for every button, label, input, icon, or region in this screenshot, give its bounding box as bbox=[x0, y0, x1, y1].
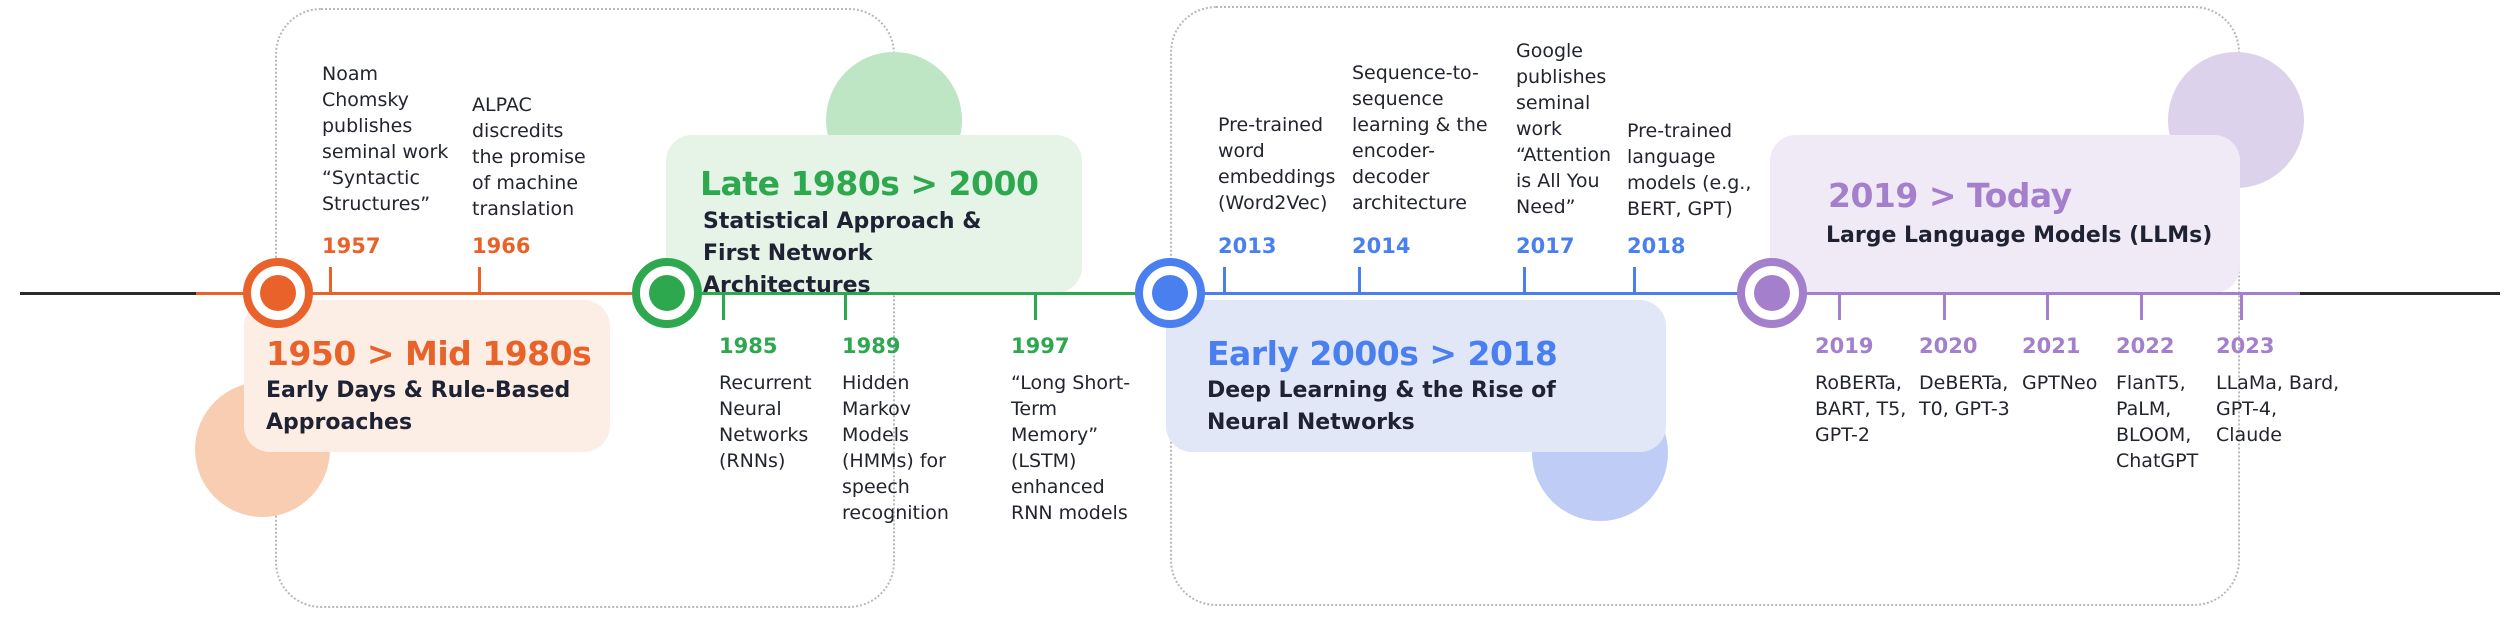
event-text-1966: ALPAC discredits the promise of machine … bbox=[472, 94, 586, 220]
event-year-2021: 2021 bbox=[2022, 334, 2081, 358]
event-year-1966: 1966 bbox=[472, 234, 531, 258]
event-year-1989: 1989 bbox=[842, 334, 901, 358]
axis-left-cap bbox=[20, 292, 196, 295]
event-text-2020: DeBERTa, T0, GPT-3 bbox=[1919, 372, 2010, 420]
tick-2019 bbox=[1838, 294, 1841, 320]
tick-2020 bbox=[1943, 294, 1946, 320]
era-title-2: Late 1980s > 2000 bbox=[700, 164, 1039, 203]
event-text-2021: GPTNeo bbox=[2022, 372, 2098, 394]
era-node-1-dot bbox=[260, 275, 296, 311]
tick-2018 bbox=[1633, 267, 1636, 293]
tick-2023 bbox=[2240, 294, 2243, 320]
event-text-1989: Hidden Markov Models (HMMs) for speech r… bbox=[842, 372, 949, 524]
axis-green-segment bbox=[636, 292, 1170, 295]
event-text-2019: RoBERTa, BART, T5, GPT-2 bbox=[1815, 372, 1907, 446]
event-year-2013: 2013 bbox=[1218, 234, 1277, 258]
event-year-2022: 2022 bbox=[2116, 334, 2175, 358]
event-year-1957: 1957 bbox=[322, 234, 381, 258]
tick-2017 bbox=[1523, 267, 1526, 293]
event-text-2022: FlanT5, PaLM, BLOOM, ChatGPT bbox=[2116, 372, 2199, 472]
event-year-2019: 2019 bbox=[1815, 334, 1874, 358]
axis-right-cap bbox=[2300, 292, 2500, 295]
tick-2021 bbox=[2046, 294, 2049, 320]
axis-blue-segment bbox=[1170, 292, 1770, 295]
event-text-2014: Sequence-to-sequence learning & the enco… bbox=[1352, 62, 1488, 214]
era-node-4 bbox=[1737, 258, 1807, 328]
era-node-2 bbox=[632, 258, 702, 328]
tick-2014 bbox=[1358, 267, 1361, 293]
tick-2022 bbox=[2140, 294, 2143, 320]
era-title-1: 1950 > Mid 1980s bbox=[266, 334, 592, 373]
era-node-1 bbox=[243, 258, 313, 328]
event-year-2020: 2020 bbox=[1919, 334, 1978, 358]
event-text-2018: Pre-trained language models (e.g., BERT,… bbox=[1627, 120, 1752, 220]
era-node-3-dot bbox=[1152, 275, 1188, 311]
tick-2013 bbox=[1223, 267, 1226, 293]
tick-1997 bbox=[1034, 294, 1037, 320]
era-title-3: Early 2000s > 2018 bbox=[1207, 334, 1558, 373]
tick-1985 bbox=[722, 294, 725, 320]
event-text-2017: Google publishes seminal work “Attention… bbox=[1516, 40, 1612, 218]
event-text-2013: Pre-trained word embeddings (Word2Vec) bbox=[1218, 114, 1336, 214]
era-subtitle-4: Large Language Models (LLMs) bbox=[1826, 223, 2213, 248]
era-node-2-dot bbox=[649, 275, 685, 311]
event-text-2023: LLaMa, Bard, GPT-4, Claude bbox=[2216, 372, 2340, 446]
era-subtitle-3: Deep Learning & the Rise of Neural Netwo… bbox=[1207, 378, 1556, 435]
event-year-1985: 1985 bbox=[719, 334, 778, 358]
tick-1966 bbox=[478, 267, 481, 293]
era-node-4-dot bbox=[1754, 275, 1790, 311]
axis-purple-segment bbox=[1770, 292, 2300, 295]
event-year-1997: 1997 bbox=[1011, 334, 1070, 358]
event-text-1957: Noam Chomsky publishes seminal work “Syn… bbox=[322, 63, 449, 215]
event-year-2014: 2014 bbox=[1352, 234, 1411, 258]
event-text-1997: “Long Short-Term Memory” (LSTM) enhanced… bbox=[1011, 372, 1131, 524]
era-title-4: 2019 > Today bbox=[1828, 176, 2072, 215]
event-text-1985: Recurrent Neural Networks (RNNs) bbox=[719, 372, 812, 472]
event-year-2018: 2018 bbox=[1627, 234, 1686, 258]
tick-1957 bbox=[329, 267, 332, 293]
event-year-2017: 2017 bbox=[1516, 234, 1575, 258]
era-subtitle-1: Early Days & Rule-Based Approaches bbox=[266, 378, 571, 435]
era-node-3 bbox=[1135, 258, 1205, 328]
tick-1989 bbox=[844, 294, 847, 320]
event-year-2023: 2023 bbox=[2216, 334, 2275, 358]
era-subtitle-2: Statistical Approach & First Network Arc… bbox=[703, 209, 982, 298]
